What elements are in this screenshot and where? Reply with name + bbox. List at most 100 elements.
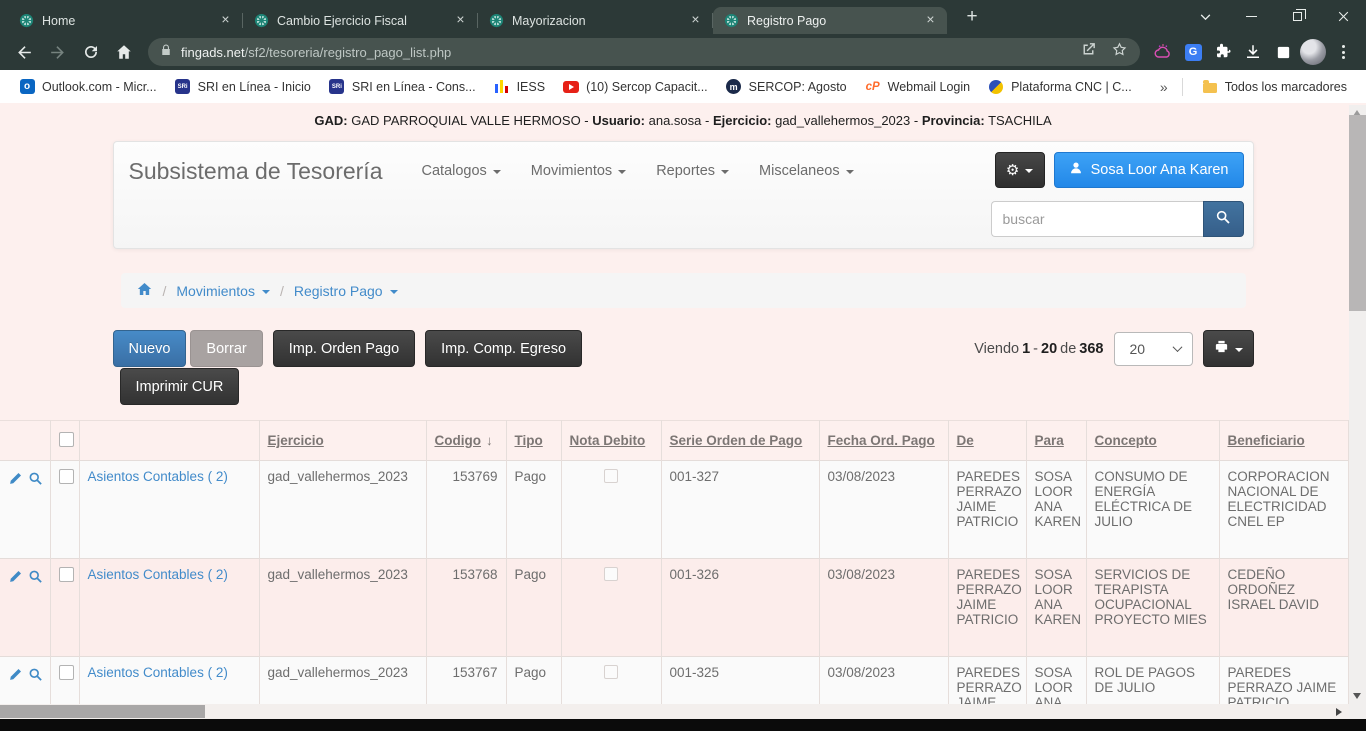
asientos-contables-link[interactable]: Asientos Contables ( 2) <box>88 567 228 582</box>
downloads-icon[interactable] <box>1239 37 1267 67</box>
back-icon[interactable] <box>9 37 40 68</box>
print-expense-receipt-button[interactable]: Imp. Comp. Egreso <box>425 330 582 367</box>
sri-icon: SRi <box>329 79 345 95</box>
asientos-contables-link[interactable]: Asientos Contables ( 2) <box>88 469 228 484</box>
vertical-scrollbar[interactable] <box>1349 105 1366 704</box>
user-icon <box>1069 161 1083 179</box>
settings-button[interactable]: ⚙ <box>995 152 1045 188</box>
header-ejercicio: Ejercicio <box>259 421 426 461</box>
menu-reportes[interactable]: Reportes <box>641 163 744 179</box>
chevron-down-icon <box>1172 342 1182 352</box>
share-icon[interactable] <box>1080 41 1097 63</box>
bookmark-iess[interactable]: IESS <box>485 75 555 99</box>
tab-registro-pago-active[interactable]: Registro Pago × <box>713 7 947 34</box>
row-checkbox[interactable] <box>59 665 74 680</box>
header-concepto: Concepto <box>1086 421 1219 461</box>
new-button[interactable]: Nuevo <box>113 330 187 367</box>
reload-icon[interactable] <box>75 37 106 68</box>
tab-mayorizacion[interactable]: Mayorizacion × <box>478 7 712 34</box>
tab-home[interactable]: Home × <box>8 7 242 34</box>
nota-debito-checkbox <box>604 469 618 483</box>
bookmark-sercop-youtube[interactable]: (10) Sercop Capacit... <box>554 75 717 99</box>
side-panel-icon[interactable] <box>1269 37 1297 67</box>
menu-miscelaneos[interactable]: Miscelaneos <box>744 163 869 179</box>
bookmark-sercop-agosto[interactable]: m SERCOP: Agosto <box>717 75 856 99</box>
translate-extension-icon[interactable]: G <box>1179 37 1207 67</box>
breadcrumb-registro-pago[interactable]: Registro Pago <box>294 283 398 299</box>
sercop-icon: m <box>726 79 742 95</box>
close-tab-icon[interactable]: × <box>687 12 704 29</box>
app-title: Subsistema de Tesorería <box>129 158 383 185</box>
browser-tab-strip: Home × Cambio Ejercicio Fiscal × Mayoriz… <box>0 0 1366 34</box>
all-bookmarks-button[interactable]: Todos los marcadores <box>1193 75 1356 99</box>
scroll-down-icon[interactable] <box>1353 693 1361 699</box>
edit-icon[interactable] <box>8 569 23 587</box>
bookmark-outlook[interactable]: o Outlook.com - Micr... <box>10 75 166 99</box>
header-serie: Serie Orden de Pago <box>661 421 819 461</box>
close-tab-icon[interactable]: × <box>217 12 234 29</box>
bookmark-cnc[interactable]: Plataforma CNC | C... <box>979 75 1141 99</box>
forward-icon[interactable] <box>42 37 73 68</box>
close-tab-icon[interactable]: × <box>452 12 469 29</box>
scroll-right-icon[interactable] <box>1336 708 1342 716</box>
view-icon[interactable] <box>28 667 43 685</box>
view-icon[interactable] <box>28 471 43 489</box>
address-bar[interactable]: fingads.net/sf2/tesoreria/registro_pago_… <box>148 38 1140 66</box>
asientos-contables-link[interactable]: Asientos Contables ( 2) <box>88 665 228 680</box>
breadcrumb-movimientos[interactable]: Movimientos <box>176 283 270 299</box>
tab-cambio-ejercicio[interactable]: Cambio Ejercicio Fiscal × <box>243 7 477 34</box>
bookmark-star-icon[interactable] <box>1111 41 1128 63</box>
app-navbar: Subsistema de Tesorería Catalogos Movimi… <box>113 141 1254 249</box>
profile-avatar[interactable] <box>1299 37 1327 67</box>
row-checkbox[interactable] <box>59 567 74 582</box>
new-tab-icon[interactable]: + <box>959 6 985 28</box>
search-input[interactable] <box>991 201 1203 237</box>
close-window-icon[interactable] <box>1320 0 1366 33</box>
cloud-extension-icon[interactable] <box>1149 37 1177 67</box>
tab-search-icon[interactable] <box>1182 0 1228 33</box>
print-payment-order-button[interactable]: Imp. Orden Pago <box>273 330 415 367</box>
sri-icon: SRi <box>175 79 191 95</box>
browser-toolbar: fingads.net/sf2/tesoreria/registro_pago_… <box>0 34 1366 70</box>
header-tipo: Tipo <box>506 421 561 461</box>
home-icon[interactable] <box>136 281 153 300</box>
bookmark-sri-consultas[interactable]: SRi SRI en Línea - Cons... <box>320 75 485 99</box>
header-fecha: Fecha Ord. Pago <box>819 421 948 461</box>
user-button[interactable]: Sosa Loor Ana Karen <box>1054 152 1244 188</box>
caret-icon <box>846 170 854 174</box>
vertical-scrollbar-thumb[interactable] <box>1349 115 1366 311</box>
table-header-row: Ejercicio Codigo↓ Tipo Nota Debito Serie… <box>0 421 1348 461</box>
bookmark-webmail[interactable]: cP Webmail Login <box>856 75 979 99</box>
bookmark-sri-inicio[interactable]: SRi SRI en Línea - Inicio <box>166 75 320 99</box>
extensions-puzzle-icon[interactable] <box>1209 37 1237 67</box>
gear-icon: ⚙ <box>1006 163 1019 178</box>
minimize-icon[interactable] <box>1228 0 1274 33</box>
tab-label: Cambio Ejercicio Fiscal <box>277 14 444 28</box>
menu-catalogos[interactable]: Catalogos <box>407 163 516 179</box>
table-row: Asientos Contables ( 2) gad_vallehermos_… <box>0 461 1348 559</box>
close-tab-icon[interactable]: × <box>922 12 939 29</box>
header-para: Para <box>1026 421 1086 461</box>
header-nota-debito: Nota Debito <box>561 421 661 461</box>
home-nav-icon[interactable] <box>108 37 139 68</box>
horizontal-scrollbar-thumb[interactable] <box>0 705 205 718</box>
view-icon[interactable] <box>28 569 43 587</box>
edit-icon[interactable] <box>8 667 23 685</box>
row-checkbox[interactable] <box>59 469 74 484</box>
page-url: fingads.net/sf2/tesoreria/registro_pago_… <box>181 45 451 60</box>
print-cur-button[interactable]: Imprimir CUR <box>120 368 240 405</box>
horizontal-scrollbar[interactable] <box>0 704 1349 719</box>
menu-movimientos[interactable]: Movimientos <box>516 163 641 179</box>
print-menu-button[interactable] <box>1203 330 1254 367</box>
restore-icon[interactable] <box>1274 0 1320 33</box>
select-all-checkbox[interactable] <box>59 432 74 447</box>
delete-button[interactable]: Borrar <box>190 330 262 367</box>
folder-icon <box>1202 79 1218 95</box>
header-codigo: Codigo↓ <box>426 421 506 461</box>
header-beneficiario: Beneficiario <box>1219 421 1348 461</box>
page-size-select[interactable]: 20 <box>1114 332 1193 366</box>
edit-icon[interactable] <box>8 471 23 489</box>
bookmarks-overflow-icon[interactable]: » <box>1156 79 1172 95</box>
search-button[interactable] <box>1203 201 1244 237</box>
browser-menu-icon[interactable] <box>1329 37 1357 67</box>
